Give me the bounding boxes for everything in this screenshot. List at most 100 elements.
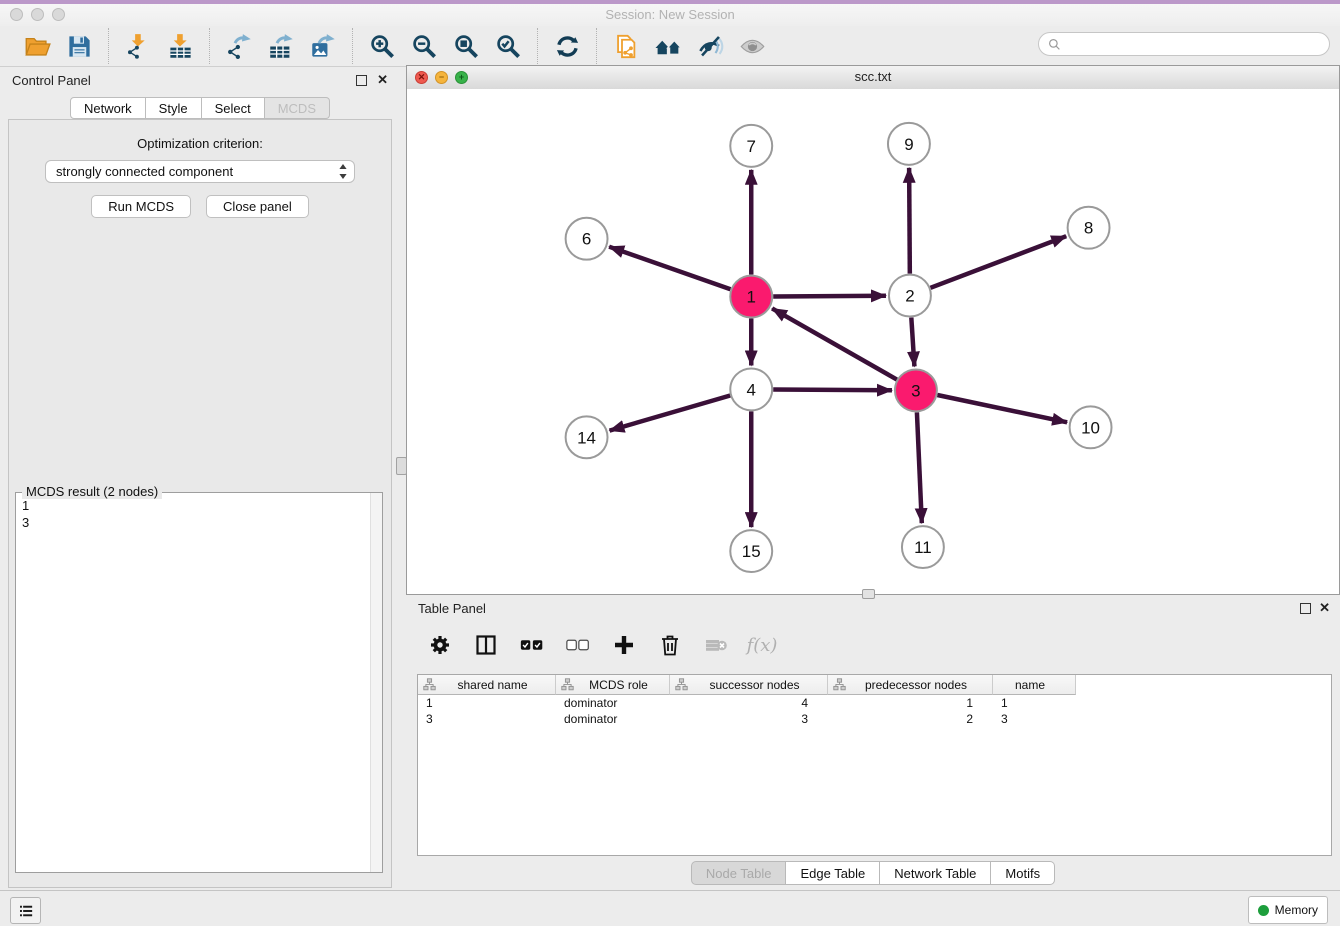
search-icon — [1047, 37, 1062, 52]
node-label-4: 4 — [747, 380, 756, 399]
import-network-icon[interactable] — [124, 32, 152, 60]
zoom-in-icon[interactable] — [368, 32, 396, 60]
deselect-all-icon[interactable] — [564, 631, 592, 659]
tab-node-table[interactable]: Node Table — [691, 861, 787, 885]
export-network-icon[interactable] — [225, 32, 253, 60]
search-box[interactable] — [1038, 32, 1330, 56]
column-header-successor-nodes[interactable]: successor nodes — [670, 675, 828, 695]
table-toolbar: f(x) — [417, 625, 785, 665]
memory-label: Memory — [1275, 903, 1318, 917]
save-session-icon[interactable] — [65, 32, 93, 60]
node-label-14: 14 — [577, 428, 596, 447]
tab-style[interactable]: Style — [146, 97, 202, 119]
edge-1-2[interactable] — [773, 296, 886, 297]
close-panel-button[interactable]: Close panel — [206, 195, 309, 218]
column-tree-icon — [833, 678, 846, 691]
window-titlebar: Session: New Session — [0, 4, 1340, 27]
table-panel-title: Table Panel — [418, 601, 486, 616]
node-label-8: 8 — [1084, 219, 1093, 238]
node-label-15: 15 — [742, 542, 761, 561]
column-header-name[interactable]: name — [993, 675, 1076, 695]
edge-2-9[interactable] — [909, 168, 910, 274]
network-canvas[interactable]: 7968124314101511 — [407, 89, 1339, 594]
optimization-criterion-label: Optimization criterion: — [9, 136, 391, 151]
column-header-mcds-role[interactable]: MCDS role — [556, 675, 670, 695]
edge-2-3[interactable] — [911, 318, 914, 367]
control-panel: Control Panel ✕ NetworkStyleSelectMCDS O… — [0, 68, 400, 888]
toolbar-group — [352, 28, 537, 64]
edge-3-11[interactable] — [917, 412, 922, 523]
close-panel-icon[interactable]: ✕ — [377, 72, 388, 88]
table-cell: 1 — [993, 695, 1076, 711]
window-title: Session: New Session — [0, 7, 1340, 22]
edge-4-3[interactable] — [773, 390, 892, 391]
result-scrollbar[interactable] — [370, 493, 382, 872]
node-label-11: 11 — [914, 538, 932, 557]
toolbar-group — [537, 28, 596, 64]
zoom-selected-icon[interactable] — [494, 32, 522, 60]
toolbar-group — [108, 28, 209, 64]
select-all-icon[interactable] — [518, 631, 546, 659]
network-graph[interactable]: 7968124314101511 — [407, 89, 1339, 594]
node-table: shared nameMCDS rolesuccessor nodesprede… — [417, 674, 1332, 856]
table-row[interactable]: 3dominator323 — [418, 711, 1331, 727]
task-history-button[interactable] — [10, 897, 41, 924]
table-mode-icon[interactable] — [426, 631, 454, 659]
tab-select[interactable]: Select — [202, 97, 265, 119]
toolbar-group — [596, 28, 781, 64]
float-table-panel-icon[interactable] — [1300, 603, 1311, 614]
table-cell: 2 — [828, 711, 993, 727]
control-panel-tabs: NetworkStyleSelectMCDS — [0, 97, 400, 119]
edge-3-10[interactable] — [937, 395, 1067, 422]
zoom-fit-icon[interactable] — [452, 32, 480, 60]
tab-network[interactable]: Network — [70, 97, 146, 119]
tab-network-table[interactable]: Network Table — [880, 861, 991, 885]
trash-icon[interactable] — [656, 631, 684, 659]
search-input[interactable] — [1067, 36, 1321, 52]
memory-status-icon — [1258, 905, 1269, 916]
run-mcds-button[interactable]: Run MCDS — [91, 195, 191, 218]
horizontal-splitter-grip[interactable] — [862, 589, 875, 599]
mcds-panel: Optimization criterion: strongly connect… — [8, 119, 392, 888]
column-header-shared-name[interactable]: shared name — [418, 675, 556, 695]
refresh-icon[interactable] — [553, 32, 581, 60]
close-table-panel-icon[interactable]: ✕ — [1319, 600, 1330, 616]
show-columns-icon[interactable] — [472, 631, 500, 659]
column-tree-icon — [423, 678, 436, 691]
hide-graphics-details-icon[interactable] — [696, 32, 724, 60]
add-icon[interactable] — [610, 631, 638, 659]
edge-2-8[interactable] — [930, 236, 1066, 288]
open-session-icon[interactable] — [23, 32, 51, 60]
network-window-titlebar[interactable]: ✕ − + scc.txt — [407, 66, 1339, 90]
delete-column-icon — [702, 631, 730, 659]
export-table-icon[interactable] — [267, 32, 295, 60]
edge-3-1[interactable] — [772, 308, 897, 379]
float-panel-icon[interactable] — [356, 75, 367, 86]
table-cell: 4 — [670, 695, 828, 711]
tab-motifs[interactable]: Motifs — [991, 861, 1055, 885]
status-bar: Memory — [0, 890, 1340, 926]
table-header-row: shared nameMCDS rolesuccessor nodesprede… — [418, 675, 1331, 695]
tab-mcds[interactable]: MCDS — [265, 97, 330, 119]
mcds-result-item: 1 — [22, 497, 366, 514]
tab-edge-table[interactable]: Edge Table — [786, 861, 880, 885]
table-row[interactable]: 1dominator411 — [418, 695, 1331, 711]
main-toolbar — [0, 26, 1340, 67]
table-cell: 3 — [670, 711, 828, 727]
import-table-icon[interactable] — [166, 32, 194, 60]
control-panel-header: Control Panel ✕ — [0, 68, 400, 94]
export-image-icon[interactable] — [309, 32, 337, 60]
column-tree-icon — [561, 678, 574, 691]
table-cell: dominator — [556, 711, 670, 727]
panel-splitter-grip[interactable] — [396, 457, 407, 475]
node-label-2: 2 — [905, 287, 914, 306]
table-cell: 1 — [418, 695, 556, 711]
zoom-out-icon[interactable] — [410, 32, 438, 60]
edge-1-6[interactable] — [609, 247, 730, 290]
memory-button[interactable]: Memory — [1248, 896, 1328, 924]
column-header-predecessor-nodes[interactable]: predecessor nodes — [828, 675, 993, 695]
homes-icon[interactable] — [654, 32, 682, 60]
optimization-select[interactable]: strongly connected component — [45, 160, 355, 183]
clone-network-icon[interactable] — [612, 32, 640, 60]
edge-4-14[interactable] — [610, 395, 731, 430]
